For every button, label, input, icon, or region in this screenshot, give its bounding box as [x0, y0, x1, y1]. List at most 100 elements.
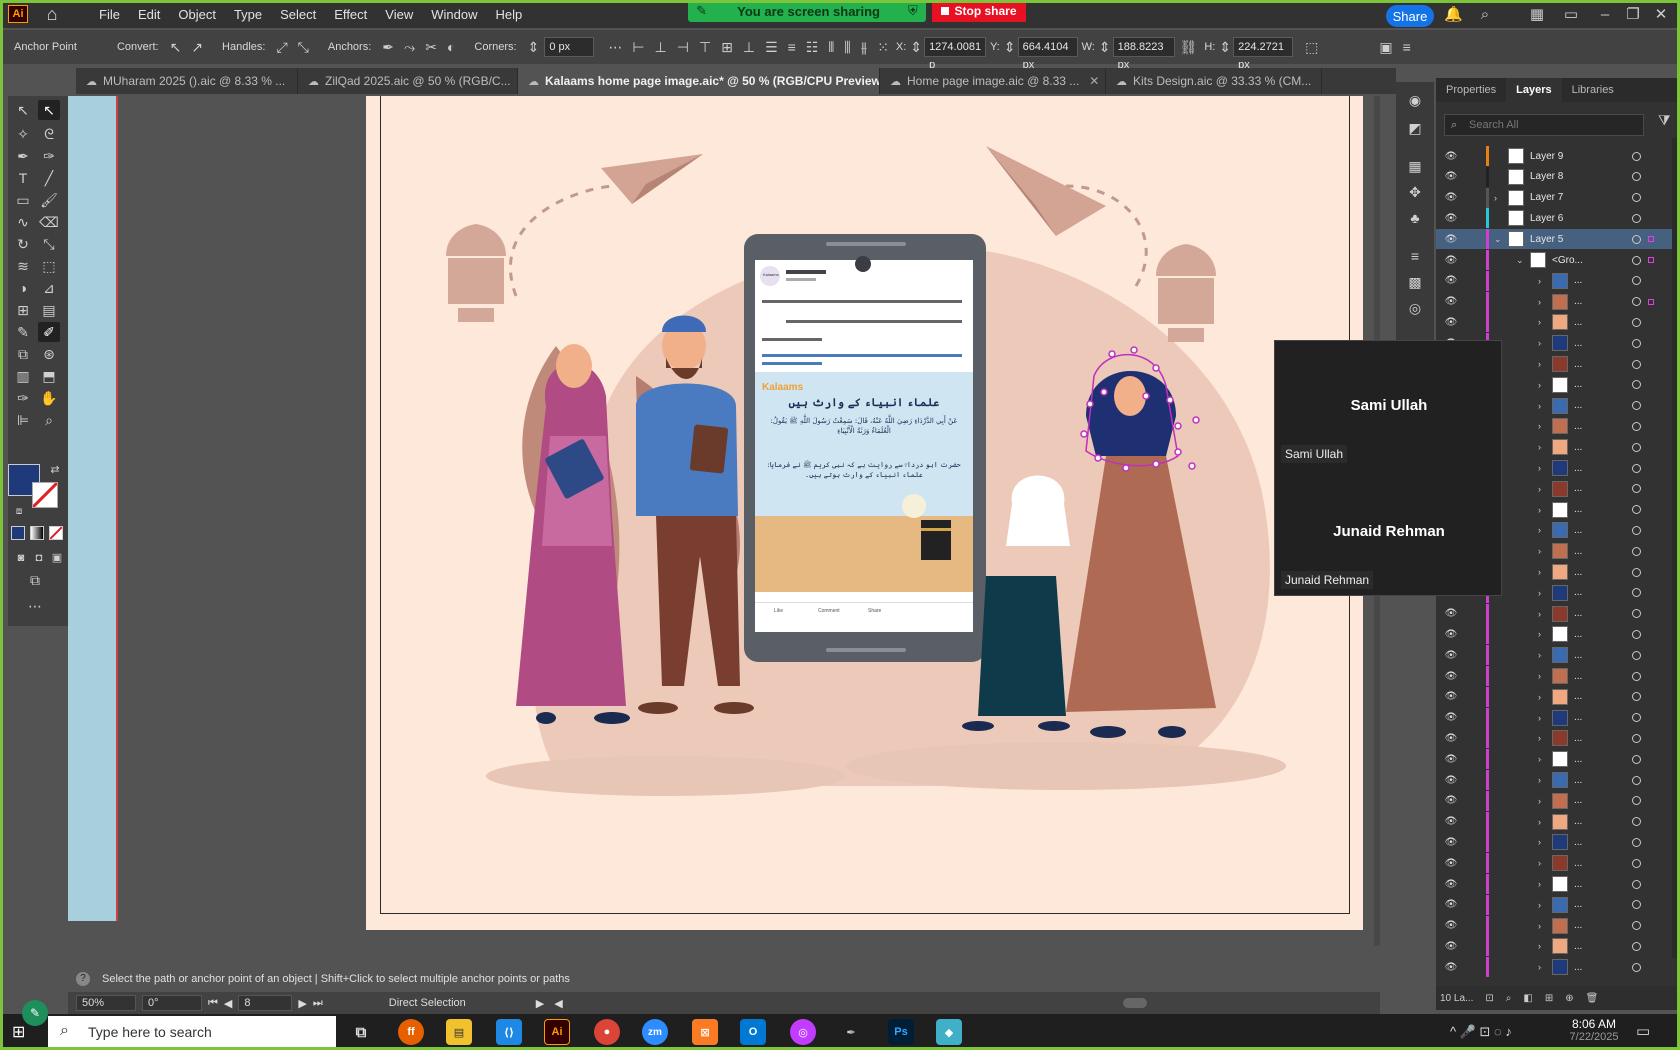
align-top-icon[interactable]: ⊤: [699, 39, 711, 56]
target-circle-icon[interactable]: [1632, 442, 1641, 452]
x-stepper-icon[interactable]: ⇕: [910, 39, 922, 56]
target-circle-icon[interactable]: [1632, 359, 1641, 369]
expand-arrow-icon[interactable]: ›: [1538, 650, 1541, 660]
new-layer-icon[interactable]: ⊕: [1565, 993, 1573, 1004]
visibility-eye-icon[interactable]: 👁: [1444, 255, 1458, 266]
target-circle-icon[interactable]: [1632, 921, 1641, 931]
brushes-icon[interactable]: ✥: [1404, 182, 1426, 202]
distribute-middle-icon[interactable]: ≡: [788, 39, 796, 55]
rectangle-tool-icon[interactable]: ▭: [12, 190, 34, 210]
target-circle-icon[interactable]: [1632, 317, 1641, 327]
file-explorer-icon[interactable]: ▤: [446, 1019, 472, 1045]
align-center-icon[interactable]: ⊥: [655, 39, 667, 56]
tab-muharam[interactable]: ☁MUharam 2025 ().aic @ 8.33 % ...✕: [76, 68, 298, 94]
slice-tool-icon[interactable]: ✑: [12, 388, 34, 408]
distribute-bottom-icon[interactable]: ☷: [806, 39, 819, 56]
home-icon[interactable]: ⌂: [42, 5, 62, 23]
artboard-number-field[interactable]: 8: [238, 995, 293, 1011]
menu-effect[interactable]: Effect: [325, 7, 376, 22]
target-circle-icon[interactable]: [1632, 588, 1641, 598]
shape-builder-icon[interactable]: ◑: [12, 278, 34, 298]
minimize-icon[interactable]: –: [1596, 6, 1614, 24]
align-left-icon[interactable]: ⊢: [632, 39, 644, 56]
target-circle-icon[interactable]: [1632, 671, 1641, 681]
visibility-eye-icon[interactable]: 👁: [1444, 213, 1458, 224]
line-tool-icon[interactable]: ╱: [38, 168, 60, 188]
isolate-icon[interactable]: ◐: [447, 39, 455, 55]
distribute-left-icon[interactable]: ⫴: [828, 39, 834, 56]
appearance-icon[interactable]: ◉: [1404, 90, 1426, 110]
layers-search-input[interactable]: ⌕ Search All: [1444, 114, 1644, 136]
visibility-eye-icon[interactable]: 👁: [1444, 650, 1458, 661]
expand-arrow-icon[interactable]: ›: [1538, 297, 1541, 307]
zoom-app-icon[interactable]: zm: [642, 1019, 668, 1045]
gradient-panel-icon[interactable]: ▩: [1404, 272, 1426, 292]
visibility-eye-icon[interactable]: 👁: [1444, 234, 1458, 245]
target-circle-icon[interactable]: [1632, 754, 1641, 764]
taskbar-search-input[interactable]: ⌕ Type here to search: [48, 1016, 336, 1048]
target-circle-icon[interactable]: [1632, 713, 1641, 723]
target-circle-icon[interactable]: [1632, 692, 1641, 702]
print-tiling-icon[interactable]: ⊫: [12, 410, 34, 430]
sublayer-row[interactable]: 👁 ›...: [1436, 624, 1680, 645]
measure-tool-icon[interactable]: ✐: [38, 322, 60, 342]
expand-arrow-icon[interactable]: ›: [1538, 733, 1541, 743]
sublayer-row[interactable]: 👁 ›...: [1436, 728, 1680, 749]
first-artboard-icon[interactable]: ⏮: [208, 997, 218, 1010]
pen-tool-icon[interactable]: ✒: [12, 146, 34, 166]
hide-handles-icon[interactable]: ⤡: [298, 39, 309, 56]
rotation-field[interactable]: 0°: [142, 995, 202, 1011]
clock[interactable]: 8:06 AM 7/22/2025: [1564, 1014, 1624, 1050]
target-circle-icon[interactable]: [1632, 629, 1641, 639]
visibility-eye-icon[interactable]: 👁: [1444, 879, 1458, 890]
convert-smooth-icon[interactable]: ↗: [191, 39, 203, 56]
artboards-icon[interactable]: ▦: [1404, 156, 1426, 176]
close-tab-icon[interactable]: ✕: [1321, 74, 1322, 88]
expand-arrow-icon[interactable]: ›: [1538, 962, 1541, 972]
visibility-eye-icon[interactable]: 👁: [1444, 712, 1458, 723]
last-artboard-icon[interactable]: ⏭: [313, 997, 323, 1010]
transform-icon[interactable]: ⬚: [1305, 39, 1318, 56]
sublayer-row[interactable]: 👁 ›...: [1436, 936, 1680, 957]
sublayer-row[interactable]: 👁 ›...: [1436, 770, 1680, 790]
sublayer-row[interactable]: 👁 ›...: [1436, 811, 1680, 832]
creative-cloud-icon[interactable]: ◎: [790, 1019, 816, 1045]
delete-layer-icon[interactable]: 🗑: [1586, 993, 1599, 1004]
target-circle-icon[interactable]: [1632, 484, 1641, 494]
visibility-eye-icon[interactable]: 👁: [1444, 296, 1458, 307]
target-circle-icon[interactable]: [1632, 817, 1641, 827]
target-circle-icon[interactable]: [1632, 234, 1641, 244]
gradient-tool-icon[interactable]: ▤: [38, 300, 60, 320]
locate-object-icon[interactable]: ⌕: [1506, 993, 1512, 1004]
perspective-grid-icon[interactable]: ⊿: [38, 278, 60, 298]
visibility-eye-icon[interactable]: 👁: [1444, 858, 1458, 869]
sublayer-row[interactable]: 👁 ›...: [1436, 915, 1680, 936]
bell-icon[interactable]: 🔔: [1444, 6, 1463, 24]
zoom-tool-icon[interactable]: ⌕: [38, 410, 60, 430]
visibility-eye-icon[interactable]: 👁: [1444, 754, 1458, 765]
sublayer-row[interactable]: 👁 ›...: [1436, 749, 1680, 770]
menu-edit[interactable]: Edit: [129, 7, 169, 22]
visibility-eye-icon[interactable]: 👁: [1444, 171, 1458, 182]
visibility-eye-icon[interactable]: 👁: [1444, 920, 1458, 931]
lasso-icon[interactable]: ᘓ: [38, 124, 60, 144]
stroke-swatch[interactable]: [31, 481, 59, 509]
expand-arrow-icon[interactable]: ›: [1538, 567, 1541, 577]
none-mode-icon[interactable]: [49, 526, 63, 540]
new-sublayer-icon[interactable]: ⊞: [1545, 993, 1553, 1004]
visibility-eye-icon[interactable]: 👁: [1444, 795, 1458, 806]
expand-arrow-icon[interactable]: ›: [1538, 692, 1541, 702]
expand-arrow-icon[interactable]: ›: [1538, 380, 1541, 390]
cut-path-icon[interactable]: ✂: [425, 39, 437, 56]
next-artboard-icon[interactable]: ▶: [298, 997, 306, 1010]
mesh-tool-icon[interactable]: ⊞: [12, 300, 34, 320]
target-circle-icon[interactable]: [1632, 172, 1641, 182]
edit-toolbar-icon[interactable]: ⋯: [24, 596, 46, 616]
sublayer-row[interactable]: 👁 ›...: [1436, 603, 1680, 624]
system-tray-icons[interactable]: ^ 🎤 ⊡ ◌ ♪: [1450, 1024, 1512, 1040]
expand-arrow-icon[interactable]: ⌄: [1494, 234, 1502, 245]
target-circle-icon[interactable]: [1632, 858, 1641, 868]
target-circle-icon[interactable]: [1632, 900, 1641, 910]
sublayer-row[interactable]: 👁 ›...: [1436, 270, 1680, 291]
visibility-eye-icon[interactable]: 👁: [1444, 192, 1458, 203]
